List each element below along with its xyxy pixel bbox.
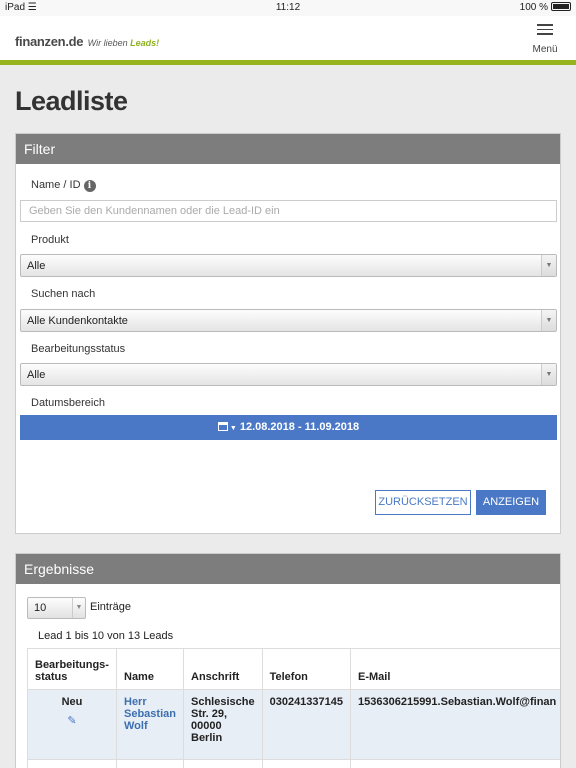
name-search-input[interactable]: Geben Sie den Kundennamen oder die Lead-…	[20, 200, 557, 222]
chevron-down-icon: ▼	[541, 255, 556, 276]
name-search-placeholder: Geben Sie den Kundennamen oder die Lead-…	[29, 205, 280, 217]
clock: 11:12	[275, 2, 301, 13]
col-name[interactable]: Name	[116, 648, 184, 690]
page-length-select[interactable]: 10 ▼	[27, 597, 86, 619]
calendar-icon	[217, 422, 228, 431]
cell-email: 1536306215991.Sebastian.Wolf@finan	[350, 689, 560, 760]
logo[interactable]: finanzen.de Wir lieben Leads!	[15, 33, 159, 51]
chevron-down-icon: ▼	[72, 598, 85, 618]
menu-label: Menü	[532, 43, 558, 55]
page-title: Leadliste	[15, 86, 128, 116]
results-heading: Ergebnisse	[16, 554, 560, 584]
cell-status	[27, 759, 117, 768]
entries-label: Einträge	[90, 601, 131, 613]
cell-phone	[261, 759, 352, 768]
logo-brand: finanzen.de	[15, 34, 84, 49]
show-button[interactable]: ANZEIGEN	[476, 490, 546, 515]
cell-status: Neu ✎	[27, 689, 117, 760]
caret-down-icon: ▼	[229, 425, 237, 432]
info-icon[interactable]: i	[83, 180, 96, 192]
cell-phone: 030241337145	[261, 689, 352, 760]
name-label: Name / ID i	[31, 179, 96, 192]
results-info: Lead 1 bis 10 von 13 Leads	[38, 630, 174, 642]
cell-name	[116, 759, 184, 768]
menu-button[interactable]: Menü	[530, 24, 560, 57]
filter-heading: Filter	[16, 134, 560, 164]
suchen-select[interactable]: Alle Kundenkontakte ▼	[20, 309, 557, 332]
accent-bar	[0, 60, 576, 65]
cell-email	[350, 759, 560, 768]
battery-icon	[551, 2, 571, 11]
date-range-value: 12.08.2018 - 11.09.2018	[239, 421, 360, 433]
status-label: Bearbeitungsstatus	[31, 343, 126, 355]
datum-label: Datumsbereich	[31, 397, 105, 409]
col-status[interactable]: Bearbeitungs-status	[27, 648, 117, 690]
filter-panel: Filter Name / ID i Geben Sie den Kundenna…	[15, 133, 561, 534]
cell-address: Schlesische Str. 29, 00000 Berlin	[183, 689, 263, 760]
col-address[interactable]: Anschrift	[183, 648, 263, 690]
cell-name[interactable]: Herr Sebastian Wolf	[116, 689, 184, 760]
reset-button[interactable]: ZURÜCKSETZEN	[375, 490, 471, 515]
date-range-picker[interactable]: ▼ 12.08.2018 - 11.09.2018	[20, 415, 557, 440]
site-header: finanzen.de Wir lieben Leads! Menü	[0, 16, 576, 60]
status-bar: iPad ☰ 11:12 100 %	[0, 0, 576, 16]
suchen-label: Suchen nach	[31, 288, 96, 300]
table-row[interactable]	[27, 759, 560, 768]
results-panel: Ergebnisse 10 ▼ Einträge Lead 1 bis 10 vo…	[15, 553, 561, 768]
cell-address	[183, 759, 263, 768]
status-select[interactable]: Alle ▼	[20, 363, 557, 386]
chevron-down-icon: ▼	[541, 364, 556, 385]
leads-table: Bearbeitungs-status Name Anschrift Telef…	[27, 648, 560, 768]
logo-tagline: Wir lieben Leads!	[87, 38, 160, 48]
col-phone[interactable]: Telefon	[261, 648, 352, 690]
chevron-down-icon: ▼	[541, 310, 556, 331]
table-row[interactable]: Neu ✎ Herr Sebastian Wolf Schlesische Str…	[27, 689, 560, 760]
battery-indicator: 100 %	[520, 2, 571, 13]
hamburger-icon	[537, 24, 553, 35]
col-email[interactable]: E-Mail	[350, 648, 560, 690]
produkt-select[interactable]: Alle ▼	[20, 254, 557, 277]
produkt-label: Produkt	[31, 234, 69, 246]
edit-pencil-icon[interactable]: ✎	[67, 715, 76, 727]
